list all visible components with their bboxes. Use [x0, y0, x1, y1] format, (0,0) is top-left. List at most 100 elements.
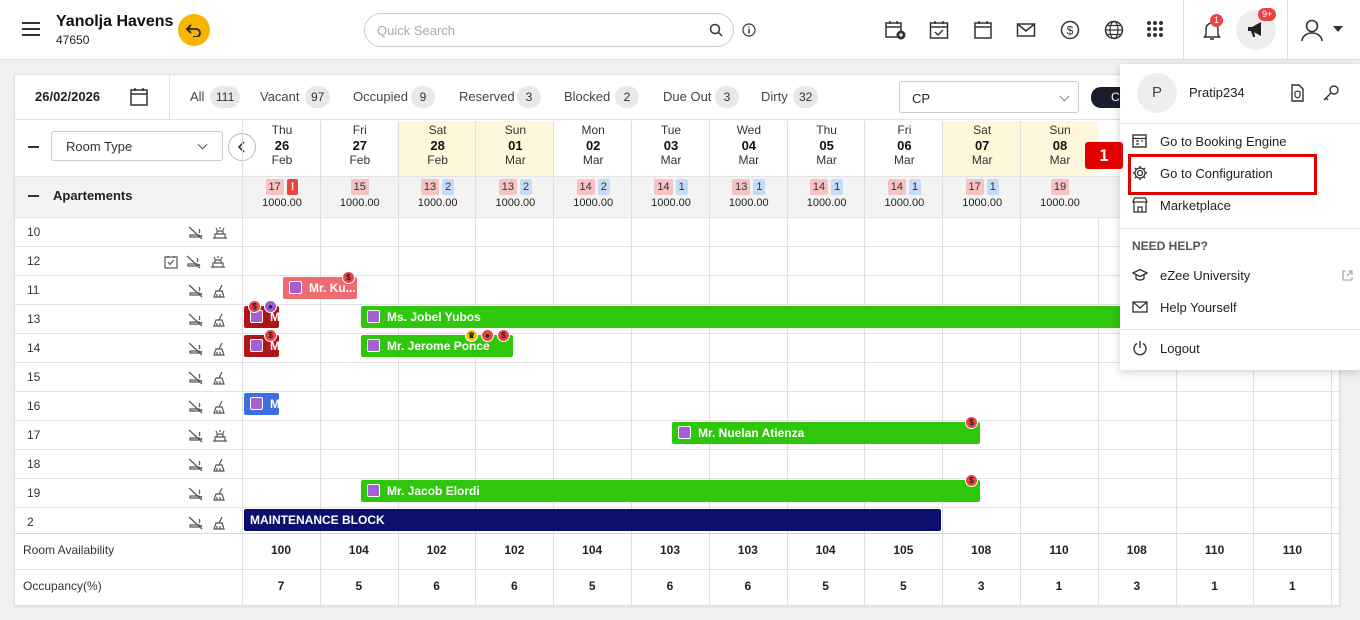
filter-dueout-label[interactable]: Due Out: [663, 89, 711, 104]
month: Mar: [971, 153, 993, 167]
checkin-calendar-icon[interactable]: [929, 20, 949, 40]
calendar-icon[interactable]: [973, 20, 993, 40]
room-number[interactable]: 12: [27, 254, 40, 268]
collapse-category-icon[interactable]: [28, 195, 39, 197]
no-smoking-icon: [188, 458, 204, 477]
username: Pratip234: [1189, 85, 1245, 100]
filter-occupied-label[interactable]: Occupied: [353, 89, 408, 104]
filter-vacant-count[interactable]: 97: [305, 86, 331, 108]
quick-search[interactable]: [364, 13, 734, 47]
svg-text:$: $: [1067, 24, 1074, 38]
category-day-cell[interactable]: 17! 1000.00: [243, 179, 321, 209]
apps-grid-icon[interactable]: [1146, 20, 1164, 38]
month: Mar: [582, 153, 604, 167]
search-input[interactable]: [377, 23, 697, 38]
rate-price: 1000.00: [573, 197, 614, 209]
filter-all-count[interactable]: 111: [210, 86, 241, 108]
filter-blocked-label[interactable]: Blocked: [564, 89, 610, 104]
room-number[interactable]: 19: [27, 486, 40, 500]
back-arrow-icon[interactable]: [178, 14, 210, 46]
rate-plan-value: CP: [912, 91, 931, 106]
rate-price: 1000.00: [417, 197, 458, 209]
need-help-heading: NEED HELP?: [1132, 239, 1209, 253]
filter-dueout-count[interactable]: 3: [715, 86, 739, 108]
category-day-cell[interactable]: 15 1000.00: [321, 179, 399, 209]
category-day-cell[interactable]: 13 2 1000.00: [399, 179, 477, 209]
room-number[interactable]: 18: [27, 457, 40, 471]
menu-item-logout[interactable]: Logout: [1132, 338, 1352, 360]
menu-item-marketplace[interactable]: Marketplace: [1132, 195, 1352, 217]
filter-blocked-count[interactable]: 2: [615, 86, 639, 108]
filter-occupied-count[interactable]: 9: [411, 86, 435, 108]
menu-item-label: eZee University: [1160, 268, 1251, 283]
payment-due-icon: $: [264, 329, 277, 342]
category-day-cell[interactable]: 13 1 1000.00: [710, 179, 788, 209]
occupancy-value: 3: [1133, 579, 1141, 593]
filter-reserved-count[interactable]: 3: [517, 86, 541, 108]
mail-icon[interactable]: [1016, 20, 1036, 40]
room-number[interactable]: 16: [27, 399, 40, 413]
user-profile-icon[interactable]: [1300, 18, 1324, 42]
filter-all-label[interactable]: All: [190, 89, 204, 104]
megaphone-icon: [1248, 22, 1261, 37]
category-day-cell[interactable]: 17 1 1000.00: [943, 179, 1021, 209]
filter-dirty-label[interactable]: Dirty: [761, 89, 788, 104]
menu-item-help-yourself[interactable]: Help Yourself: [1132, 297, 1352, 319]
available-count: 13: [732, 179, 751, 195]
availability-value: 104: [815, 543, 836, 557]
highlight-box: [1128, 154, 1317, 195]
room-number[interactable]: 17: [27, 428, 40, 442]
no-smoking-icon: [188, 226, 204, 245]
selected-date[interactable]: 26/02/2026: [35, 89, 100, 104]
collapse-all-icon[interactable]: [28, 146, 39, 148]
calendar-icon[interactable]: [129, 87, 149, 107]
availability-value: 104: [582, 543, 603, 557]
shield-document-icon[interactable]: [1288, 84, 1306, 102]
availability-value: 110: [1204, 543, 1225, 557]
room-number[interactable]: 2: [27, 515, 34, 529]
search-icon[interactable]: [709, 23, 723, 37]
room-number[interactable]: 11: [27, 283, 39, 297]
category-day-cell[interactable]: 14 1 1000.00: [788, 179, 866, 209]
info-icon[interactable]: [742, 23, 756, 37]
booking-bar[interactable]: Mr. Jacob Elordi: [361, 480, 980, 502]
booking-bar[interactable]: Ms. Jobel Yubos: [361, 306, 1131, 328]
category-day-cell[interactable]: 14 2 1000.00: [554, 179, 632, 209]
room-number[interactable]: 13: [27, 312, 40, 326]
add-booking-icon[interactable]: [885, 20, 907, 40]
housekeeping-broom-icon: [212, 400, 228, 419]
room-number[interactable]: 10: [27, 225, 40, 239]
count-badges: 13 2: [399, 179, 477, 195]
key-icon[interactable]: [1322, 84, 1340, 102]
count-badges: 14 1: [788, 179, 866, 195]
payment-due-icon: $: [965, 474, 978, 487]
category-day-cell[interactable]: 14 1 1000.00: [632, 179, 710, 209]
filter-reserved-label[interactable]: Reserved: [459, 89, 515, 104]
room-type-select[interactable]: Room Type: [51, 131, 223, 161]
clean-status-icon: [212, 226, 228, 245]
category-day-cell[interactable]: 13 2 1000.00: [476, 179, 554, 209]
menu-item-booking-engine[interactable]: Go to Booking Engine: [1132, 131, 1352, 153]
guests-icon: ●: [481, 329, 494, 342]
room-number[interactable]: 14: [27, 341, 40, 355]
booking-bar[interactable]: Mr. Nuelan Atienza: [672, 422, 980, 444]
booked-count: 1: [986, 179, 999, 195]
rate-price: 1000.00: [262, 197, 302, 209]
menu-item-ezee-university[interactable]: eZee University: [1132, 265, 1353, 287]
category-day-cell[interactable]: 19 1000.00: [1021, 179, 1099, 209]
available-count: 17: [265, 179, 284, 195]
rate-plan-select[interactable]: CP: [899, 81, 1079, 113]
filter-dirty-count[interactable]: 32: [793, 86, 819, 108]
maintenance-block-bar[interactable]: MAINTENANCE BLOCK: [244, 509, 941, 531]
category-day-cell[interactable]: 14 1 1000.00: [865, 179, 943, 209]
menu-icon[interactable]: [22, 22, 40, 36]
booking-bar[interactable]: M: [244, 393, 280, 415]
chevron-down-icon[interactable]: [1333, 26, 1343, 32]
globe-icon[interactable]: [1104, 20, 1124, 40]
room-number[interactable]: 15: [27, 370, 40, 384]
row-divider: [15, 507, 1341, 508]
day-of-week: Thu: [816, 123, 837, 137]
dollar-icon[interactable]: $: [1060, 20, 1080, 40]
mail-icon: [1132, 301, 1148, 313]
filter-vacant-label[interactable]: Vacant: [260, 89, 300, 104]
